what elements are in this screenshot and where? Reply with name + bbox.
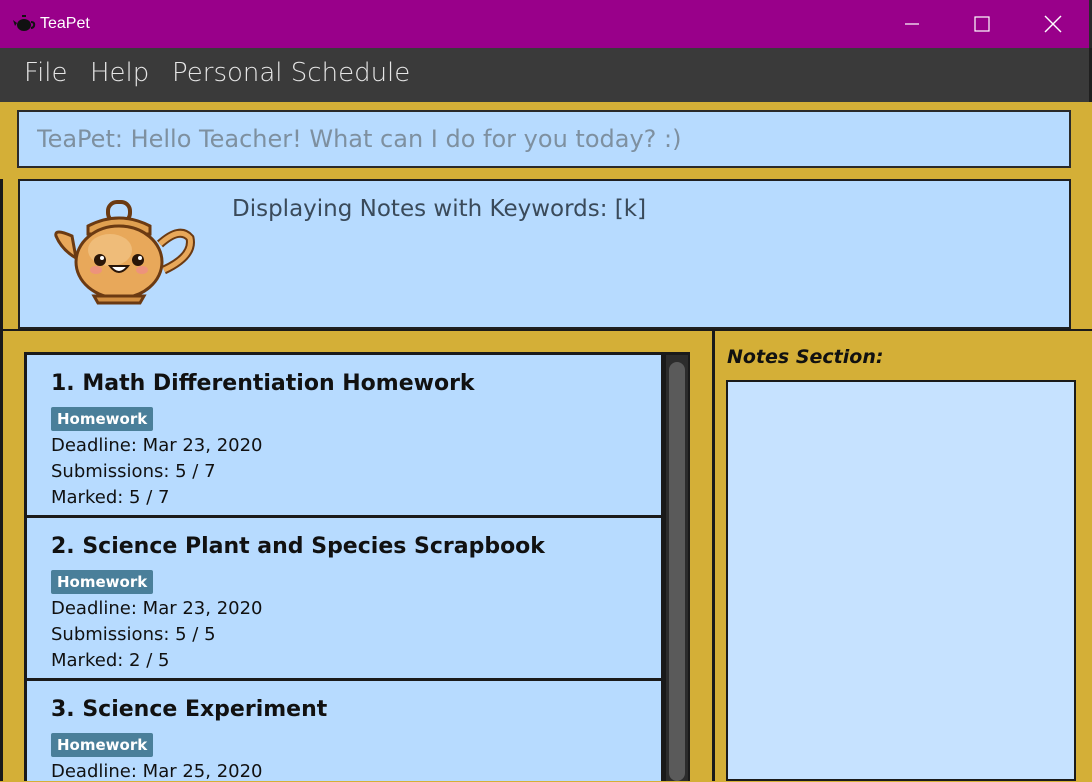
deadline-text: Deadline: Mar 25, 2020 (51, 761, 263, 782)
command-input[interactable] (19, 112, 1069, 166)
homework-tag: Homework (51, 733, 154, 757)
homework-tag: Homework (51, 570, 154, 594)
deadline-text: Deadline: Mar 23, 2020 (51, 435, 263, 456)
menu-help[interactable]: Help (90, 58, 149, 88)
maximize-icon (974, 16, 990, 32)
minimize-icon (905, 23, 919, 25)
notes-display[interactable] (726, 380, 1076, 781)
minimize-button[interactable] (889, 0, 935, 48)
command-area (0, 102, 1092, 178)
section-divider (0, 329, 1092, 331)
list-item[interactable]: 3. Science Experiment Homework Deadline:… (27, 681, 661, 782)
deadline-text: Deadline: Mar 23, 2020 (51, 598, 263, 619)
close-icon (1044, 15, 1062, 33)
assignment-title: 3. Science Experiment (51, 697, 328, 722)
left-border (0, 179, 3, 781)
window-title: TeaPet (40, 15, 90, 32)
result-message: Displaying Notes with Keywords: [k] (232, 196, 647, 222)
notes-section-label: Notes Section: (727, 346, 884, 368)
title-bar: TeaPet (0, 0, 1092, 48)
maximize-button[interactable] (959, 0, 1005, 48)
menu-bar: File Help Personal Schedule (0, 48, 1092, 102)
menu-personal-schedule[interactable]: Personal Schedule (172, 58, 410, 88)
menu-file[interactable]: File (24, 58, 68, 88)
scrollbar-thumb[interactable] (669, 362, 685, 781)
assignment-title: 2. Science Plant and Species Scrapbook (51, 534, 545, 559)
assignment-list[interactable]: 1. Math Differentiation Homework Homewor… (24, 352, 690, 782)
teapot-mascot (54, 200, 195, 305)
teapot-icon (13, 15, 36, 31)
submissions-text: Submissions: 5 / 7 (51, 461, 216, 482)
submissions-text: Submissions: 5 / 5 (51, 624, 216, 645)
homework-tag: Homework (51, 407, 154, 431)
marked-text: Marked: 2 / 5 (51, 650, 170, 671)
close-button[interactable] (1030, 0, 1076, 48)
list-item[interactable]: 1. Math Differentiation Homework Homewor… (27, 355, 661, 515)
assignment-title: 1. Math Differentiation Homework (51, 371, 475, 396)
marked-text: Marked: 5 / 7 (51, 487, 170, 508)
command-box (17, 110, 1071, 168)
vertical-divider (712, 331, 715, 781)
list-item[interactable]: 2. Science Plant and Species Scrapbook H… (27, 518, 661, 678)
